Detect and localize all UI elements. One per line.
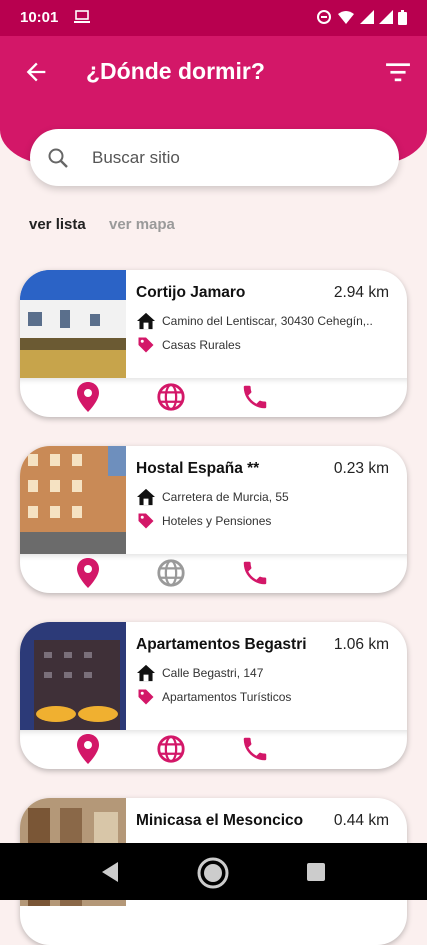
filter-icon[interactable] (385, 60, 411, 84)
place-address: Carretera de Murcia, 55 (162, 490, 289, 504)
place-name: Hostal España ** (136, 460, 260, 477)
tab-map-view[interactable]: ver mapa (109, 216, 175, 233)
place-distance: 1.06 km (333, 636, 389, 653)
tag-icon (138, 689, 154, 705)
place-actions (20, 554, 407, 593)
place-card[interactable]: Cortijo Jamaro 2.94 km Camino del Lentis… (20, 270, 407, 417)
globe-icon-disabled (157, 559, 185, 587)
location-pin-icon[interactable] (73, 557, 103, 589)
phone-icon[interactable] (240, 381, 270, 413)
house-icon (137, 664, 155, 682)
place-name: Minicasa el Mesoncico (136, 812, 304, 829)
house-icon (137, 488, 155, 506)
back-arrow-icon[interactable] (22, 58, 50, 86)
place-card[interactable]: Hostal España ** 0.23 km Carretera de Mu… (20, 446, 407, 593)
place-actions (20, 730, 407, 769)
page-title: ¿Dónde dormir? (86, 58, 265, 84)
location-pin-icon[interactable] (73, 381, 103, 413)
place-photo (20, 622, 126, 730)
nav-back-icon[interactable] (100, 861, 120, 883)
nav-home-icon[interactable] (196, 856, 230, 890)
system-nav-bar (0, 843, 427, 900)
tag-icon (138, 513, 154, 529)
place-address: Calle Begastri, 147 (162, 666, 264, 680)
signal-icon-2 (379, 10, 393, 24)
search-input[interactable] (90, 143, 384, 173)
place-category: Hoteles y Pensiones (162, 514, 272, 528)
nav-recents-icon[interactable] (306, 862, 326, 882)
house-icon (137, 312, 155, 330)
place-photo (20, 446, 126, 554)
place-name: Cortijo Jamaro (136, 284, 246, 301)
phone-icon[interactable] (240, 557, 270, 589)
place-distance: 2.94 km (333, 284, 389, 301)
place-category: Apartamentos Turísticos (162, 690, 292, 704)
globe-icon[interactable] (156, 733, 186, 765)
place-distance: 0.44 km (333, 812, 389, 829)
tag-icon (138, 337, 154, 353)
globe-icon[interactable] (156, 381, 186, 413)
search-bar[interactable] (30, 129, 399, 186)
battery-icon (398, 9, 407, 25)
place-address: Camino del Lentiscar, 30430 Cehegín,.. (162, 314, 373, 328)
place-photo (20, 270, 126, 378)
tab-list-view[interactable]: ver lista (29, 216, 86, 233)
data-saver-icon (317, 10, 331, 24)
signal-icon (360, 10, 374, 24)
laptop-icon (74, 10, 90, 23)
place-distance: 0.23 km (333, 460, 389, 477)
search-icon (48, 148, 68, 168)
place-name: Apartamentos Begastri (136, 636, 307, 653)
place-actions (20, 378, 407, 417)
phone-icon[interactable] (240, 733, 270, 765)
location-pin-icon[interactable] (73, 733, 103, 765)
status-time: 10:01 (20, 9, 59, 26)
wifi-icon (338, 11, 354, 24)
status-bar: 10:01 (0, 0, 427, 36)
place-category: Casas Rurales (162, 338, 241, 352)
place-card[interactable]: Apartamentos Begastri 1.06 km Calle Bega… (20, 622, 407, 769)
